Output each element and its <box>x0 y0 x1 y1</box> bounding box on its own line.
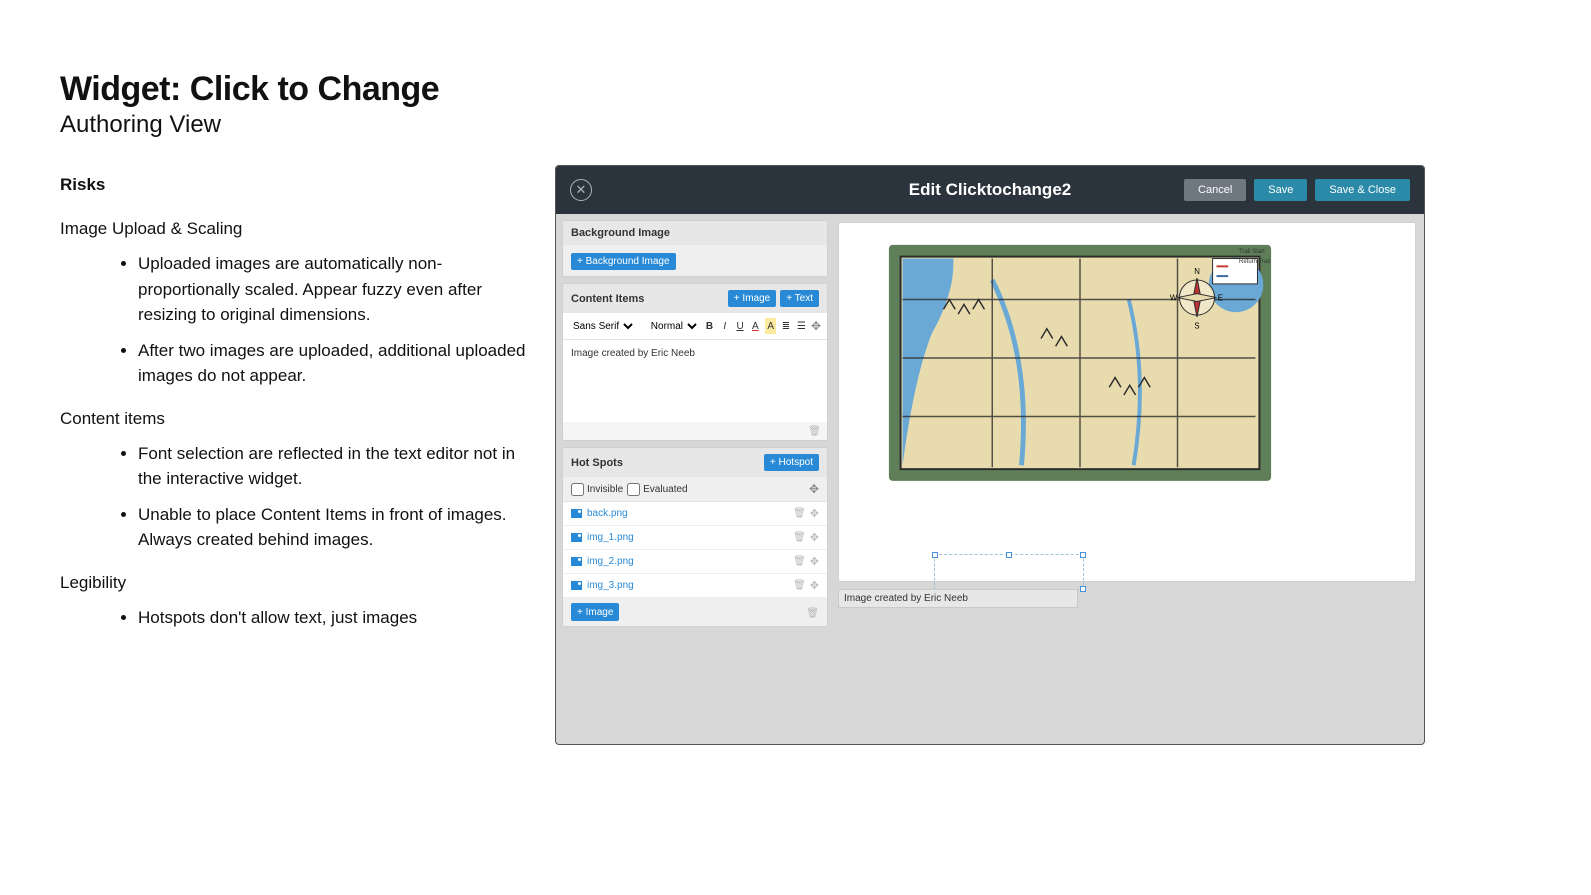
invisible-checkbox[interactable]: Invisible <box>571 483 623 496</box>
canvas[interactable]: N E S W Trail Start Return Trail <box>838 222 1416 582</box>
evaluated-checkbox[interactable]: Evaluated <box>627 483 687 496</box>
move-icon[interactable]: ✥ <box>810 531 819 544</box>
add-content-image-button[interactable]: + Image <box>728 290 776 307</box>
move-icon[interactable]: ✥ <box>810 507 819 520</box>
image-icon <box>571 581 582 590</box>
svg-text:W: W <box>1170 293 1178 302</box>
editor-screenshot: ✕ Edit Clicktochange2 Cancel Save Save &… <box>555 165 1425 745</box>
page-title: Widget: Click to Change <box>60 70 530 109</box>
list-item: Uploaded images are automatically non-pr… <box>138 251 530 328</box>
text-color-icon[interactable]: A <box>750 318 761 334</box>
unordered-list-icon[interactable]: ☰ <box>796 318 807 334</box>
add-content-text-button[interactable]: + Text <box>780 290 819 307</box>
image-icon <box>571 509 582 518</box>
svg-text:E: E <box>1218 293 1223 302</box>
list-item: Font selection are reflected in the text… <box>138 441 530 492</box>
move-icon[interactable]: ✥ <box>811 319 821 333</box>
section-heading: Content items <box>60 409 530 429</box>
underline-icon[interactable]: U <box>734 318 745 334</box>
file-row[interactable]: img_3.png ✥ <box>563 574 827 598</box>
add-hotspot-image-button[interactable]: + Image <box>571 603 619 621</box>
content-section-title: Content Items <box>571 293 644 305</box>
add-hotspot-button[interactable]: + Hotspot <box>764 454 819 471</box>
list-item: After two images are uploaded, additiona… <box>138 338 530 389</box>
image-icon <box>571 533 582 542</box>
list-item: Unable to place Content Items in front o… <box>138 502 530 553</box>
page-subtitle: Authoring View <box>60 111 530 139</box>
trash-icon[interactable] <box>793 555 806 568</box>
legend-entry: Trail Start <box>1239 247 1270 257</box>
section-heading: Legibility <box>60 573 530 593</box>
move-icon[interactable]: ✥ <box>810 579 819 592</box>
file-row[interactable]: img_2.png ✥ <box>563 550 827 574</box>
close-icon[interactable]: ✕ <box>570 179 592 201</box>
file-row[interactable]: img_1.png ✥ <box>563 526 827 550</box>
image-icon <box>571 557 582 566</box>
trash-icon[interactable] <box>793 507 806 520</box>
list-item: Hotspots don't allow text, just images <box>138 605 530 631</box>
italic-icon[interactable]: I <box>719 318 730 334</box>
ordered-list-icon[interactable]: ≣ <box>780 318 791 334</box>
canvas-caption[interactable]: Image created by Eric Neeb <box>838 589 1078 608</box>
hotspot-section-title: Hot Spots <box>571 457 623 469</box>
save-button[interactable]: Save <box>1254 179 1307 201</box>
add-background-image-button[interactable]: + Background Image <box>571 253 676 270</box>
trash-icon[interactable] <box>806 603 819 621</box>
trash-icon[interactable] <box>793 579 806 592</box>
risks-heading: Risks <box>60 175 530 195</box>
trash-icon[interactable] <box>808 425 821 437</box>
bold-icon[interactable]: B <box>704 318 715 334</box>
font-weight-select[interactable]: Normal <box>647 320 700 333</box>
map-illustration: N E S W <box>885 241 1275 485</box>
highlight-icon[interactable]: A <box>765 318 776 334</box>
bg-section-title: Background Image <box>571 227 670 239</box>
file-row[interactable]: back.png ✥ <box>563 502 827 526</box>
trash-icon[interactable] <box>793 531 806 544</box>
content-text-editor[interactable]: Image created by Eric Neeb <box>563 340 827 422</box>
section-heading: Image Upload & Scaling <box>60 219 530 239</box>
font-family-select[interactable]: Sans Serif <box>569 320 636 333</box>
move-icon[interactable]: ✥ <box>809 482 819 496</box>
cancel-button[interactable]: Cancel <box>1184 179 1246 201</box>
move-icon[interactable]: ✥ <box>810 555 819 568</box>
svg-text:N: N <box>1194 267 1200 276</box>
save-close-button[interactable]: Save & Close <box>1315 179 1410 201</box>
legend-entry: Return Trail <box>1239 257 1270 267</box>
svg-text:S: S <box>1194 322 1199 331</box>
